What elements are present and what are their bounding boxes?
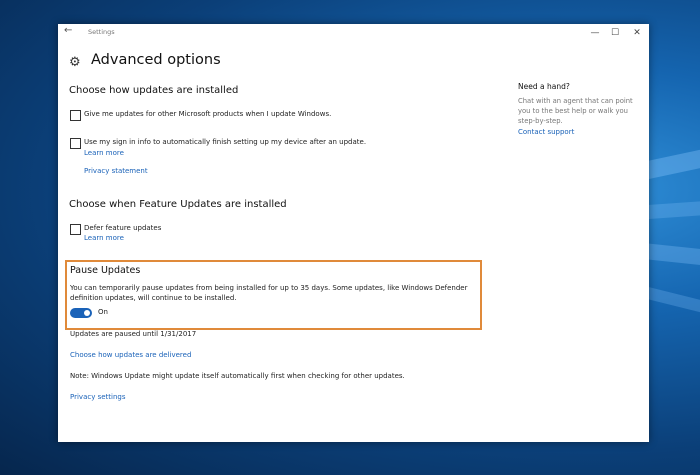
section-title-feature: Choose when Feature Updates are installe… bbox=[69, 199, 287, 210]
title-bar: ← Settings — ☐ ✕ bbox=[58, 24, 649, 42]
paused-until-text: Updates are paused until 1/31/2017 bbox=[70, 330, 197, 338]
help-text: Chat with an agent that can point you to… bbox=[518, 97, 633, 125]
pause-updates-toggle[interactable] bbox=[70, 308, 92, 318]
sign-in-info-checkbox[interactable] bbox=[70, 138, 81, 149]
toggle-knob bbox=[84, 310, 90, 316]
learn-more-link-signin[interactable]: Learn more bbox=[84, 149, 124, 157]
sign-in-info-label: Use my sign in info to automatically fin… bbox=[84, 138, 367, 146]
settings-window: ← Settings — ☐ ✕ ⚙ Advanced options Choo… bbox=[58, 24, 649, 442]
contact-support-link[interactable]: Contact support bbox=[518, 128, 574, 136]
privacy-statement-link[interactable]: Privacy statement bbox=[84, 167, 148, 175]
update-note-text: Note: Windows Update might update itself… bbox=[70, 372, 405, 380]
other-products-checkbox[interactable] bbox=[70, 110, 81, 121]
privacy-settings-link[interactable]: Privacy settings bbox=[70, 393, 125, 401]
toggle-state-label: On bbox=[98, 308, 108, 316]
maximize-button[interactable]: ☐ bbox=[604, 24, 626, 42]
help-title: Need a hand? bbox=[518, 82, 570, 91]
section-title-install: Choose how updates are installed bbox=[69, 85, 239, 96]
page-title: Advanced options bbox=[91, 52, 221, 68]
window-title: Settings bbox=[88, 28, 115, 36]
close-button[interactable]: ✕ bbox=[626, 24, 648, 42]
gear-icon: ⚙ bbox=[69, 55, 81, 70]
pause-updates-title: Pause Updates bbox=[70, 265, 141, 276]
back-arrow-icon[interactable]: ← bbox=[64, 25, 72, 36]
defer-feature-checkbox[interactable] bbox=[70, 224, 81, 235]
other-products-label: Give me updates for other Microsoft prod… bbox=[84, 110, 332, 118]
delivery-options-link[interactable]: Choose how updates are delivered bbox=[70, 351, 191, 359]
learn-more-link-defer[interactable]: Learn more bbox=[84, 234, 124, 242]
defer-feature-label: Defer feature updates bbox=[84, 224, 162, 232]
pause-updates-description: You can temporarily pause updates from b… bbox=[70, 284, 468, 302]
minimize-button[interactable]: — bbox=[584, 24, 606, 42]
